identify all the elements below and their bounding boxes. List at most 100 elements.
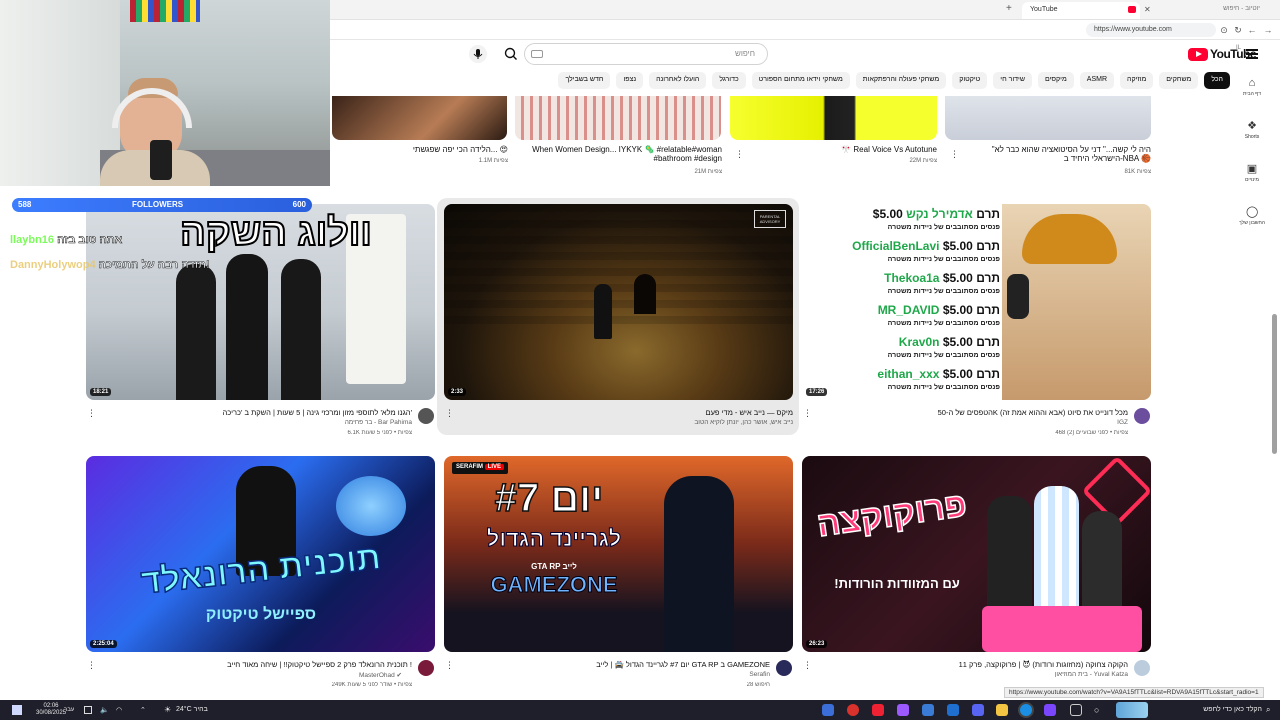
- more-options-icon[interactable]: ⋮: [735, 148, 744, 160]
- notification-icon[interactable]: [84, 706, 92, 714]
- voice-search-button[interactable]: [469, 45, 487, 63]
- video-title[interactable]: הטפסים של ה-50K מכל דונייט את סיוט (אבא …: [818, 408, 1128, 417]
- more-options-icon[interactable]: ⋮: [87, 407, 96, 419]
- video-title[interactable]: 🎌 Real Voice Vs Autotune: [750, 145, 937, 154]
- channel-avatar[interactable]: [418, 660, 434, 676]
- video-thumbnail[interactable]: [332, 96, 507, 140]
- channel-avatar[interactable]: [418, 408, 434, 424]
- folder-icon[interactable]: [996, 704, 1008, 716]
- app-icon[interactable]: [947, 704, 959, 716]
- app-icon[interactable]: [897, 704, 909, 716]
- network-icon[interactable]: ◠: [116, 706, 122, 714]
- video-title[interactable]: הגנו מלא' לתוספי מזון ומרכזי גינה | 5 שע…: [100, 408, 412, 417]
- app-icon[interactable]: [822, 704, 834, 716]
- search-button[interactable]: [500, 44, 522, 64]
- chip-watched[interactable]: נצפו: [616, 72, 644, 89]
- chip-mixes[interactable]: מיקסים: [1038, 72, 1074, 89]
- chip-all[interactable]: הכל: [1204, 72, 1230, 89]
- weather-text[interactable]: 24°C בהיר: [176, 706, 208, 713]
- chip-music[interactable]: מוזיקה: [1120, 72, 1154, 89]
- video-title[interactable]: הקוקה צחוקה (מחזוגות ורודות) 😈 | פרוקוקצ…: [818, 660, 1128, 669]
- video-views: 1.1M צפיות: [478, 158, 508, 164]
- channel-name[interactable]: IGZ: [818, 419, 1128, 426]
- channel-name[interactable]: נייב איש, אושר כהן, יונתן לוקיא הטוב: [460, 419, 793, 426]
- more-options-icon[interactable]: ⋮: [950, 148, 959, 160]
- hamburger-menu-icon[interactable]: [1246, 49, 1258, 59]
- thumbnail-subtext: לגריינד הגדול: [486, 526, 622, 552]
- new-tab-icon[interactable]: +: [1006, 3, 1012, 14]
- chip-tiktok[interactable]: טיקטוק: [952, 72, 988, 89]
- chip-games[interactable]: משחקים: [1159, 72, 1199, 89]
- windows-start-icon[interactable]: [12, 705, 22, 715]
- tray-chevron-icon[interactable]: ⌃: [140, 706, 146, 714]
- video-thumbnail[interactable]: וולוג השקה 18:21: [86, 204, 435, 400]
- more-options-icon[interactable]: ⋮: [445, 407, 454, 419]
- channel-name[interactable]: בית המוזיאון - Yuval Katza: [818, 671, 1128, 678]
- sidebar-item-subscriptions[interactable]: ▣ מינויים: [1232, 163, 1272, 201]
- discord-icon[interactable]: [972, 704, 984, 716]
- language-indicator[interactable]: עבר: [64, 707, 74, 713]
- video-title[interactable]: יום #7 לגריינד הגדול 🚔 | לייב GTA RP ב G…: [460, 660, 770, 669]
- video-thumbnail[interactable]: [945, 96, 1151, 140]
- app-icon[interactable]: [1044, 704, 1056, 716]
- sidebar-item-account[interactable]: ◯ החשבון שלך: [1232, 206, 1272, 244]
- video-title[interactable]: "היה לי קשה..." דני על הסיטואציה שהוא כב…: [965, 145, 1151, 167]
- donation-sub: פנסים מסתובבים של ניידות משטרה: [887, 352, 1000, 359]
- video-title[interactable]: הלידה הכי יפה שפגשתי... 😍: [332, 145, 508, 154]
- channel-name[interactable]: Serafin: [460, 671, 770, 678]
- sidebar-item-shorts[interactable]: ❖ Shorts: [1232, 120, 1272, 158]
- sidebar-item-home[interactable]: ⌂ דף הבית: [1232, 77, 1272, 115]
- clock[interactable]: 02:06 30/08/2025: [36, 703, 66, 717]
- chip-sports-games[interactable]: משחקי וידאו מתחום הספורט: [751, 72, 850, 89]
- channel-avatar[interactable]: [1134, 408, 1150, 424]
- video-thumbnail[interactable]: PARENTAL ADVISORY 2:33: [444, 204, 793, 400]
- video-thumbnail[interactable]: תוכנית הרונאלד ספיישל טיקטוק 2:25:04: [86, 456, 435, 652]
- forward-icon[interactable]: →: [1262, 24, 1274, 36]
- close-tab-icon[interactable]: ✕: [1144, 5, 1151, 14]
- chat-message: DannyHolywop4 תודה רבה על התמיכה!: [10, 259, 210, 272]
- channel-avatar[interactable]: [1134, 660, 1150, 676]
- channel-name[interactable]: MasterOhad ✔: [100, 671, 402, 679]
- video-title[interactable]: תוכנית הרונאלד פרק 2 ספיישל טיקטוק!! | ש…: [100, 660, 412, 669]
- video-title[interactable]: מיקס — נייב איש - מדי פעם: [460, 408, 793, 417]
- donation-amount: $5.00: [872, 207, 903, 221]
- video-thumbnail[interactable]: [515, 96, 721, 140]
- video-thumbnail[interactable]: תרם אדמירל נקש $5.00 פנסים מסתובבים של ני…: [802, 204, 1151, 400]
- more-options-icon[interactable]: ⋮: [803, 407, 812, 419]
- reload-icon[interactable]: ↻: [1232, 24, 1244, 36]
- chip-recently-uploaded[interactable]: הועלו לאחרונה: [649, 72, 707, 89]
- cortana-icon[interactable]: ○: [1094, 705, 1099, 715]
- status-url: https://www.youtube.com/watch?v=VA9A15fT…: [1004, 687, 1264, 698]
- url-field[interactable]: https://www.youtube.com: [1086, 23, 1216, 37]
- search-input[interactable]: חיפוש: [524, 43, 768, 65]
- more-options-icon[interactable]: ⋮: [445, 659, 454, 671]
- app-icon[interactable]: [872, 704, 884, 716]
- chip-live[interactable]: שידור חי: [993, 72, 1032, 89]
- video-thumbnail[interactable]: SERAFIM LIVE יום #7 לגריינד הגדול GTA RP…: [444, 456, 793, 652]
- video-title[interactable]: When Women Design... IYKYK 🦠 #relatable#…: [515, 145, 722, 167]
- task-view-icon[interactable]: [1070, 704, 1082, 716]
- video-thumbnail[interactable]: [730, 96, 937, 140]
- chip-action-games[interactable]: משחקי פעולה והרפתקאות: [855, 72, 947, 89]
- app-icon[interactable]: [922, 704, 934, 716]
- channel-name[interactable]: בר פחימה - Bar Pahima: [100, 419, 412, 426]
- chip-football[interactable]: כדורגל: [712, 72, 746, 89]
- chip-asmr[interactable]: ASMR: [1079, 72, 1115, 89]
- tab-youtube[interactable]: YouTube: [1022, 2, 1140, 19]
- video-thumbnail[interactable]: פרוקוקצה עם המזוודות הורודות! 26:23: [802, 456, 1151, 652]
- edge-browser-icon[interactable]: [1020, 704, 1032, 716]
- donation-list: תרם אדמירל נקש $5.00 פנסים מסתובבים של ני…: [810, 206, 1000, 398]
- channel-avatar[interactable]: [776, 660, 792, 676]
- app-icon[interactable]: [847, 704, 859, 716]
- keyboard-icon[interactable]: [531, 50, 543, 58]
- more-options-icon[interactable]: ⋮: [87, 659, 96, 671]
- more-options-icon[interactable]: ⋮: [803, 659, 812, 671]
- speaker-icon[interactable]: 🔈: [100, 706, 109, 714]
- chip-new-to-you[interactable]: חדש בשבילך: [558, 72, 611, 89]
- tab-search[interactable]: יוטיוב - חיפוש: [1160, 5, 1260, 12]
- taskbar-search-input[interactable]: הקלד כאן כדי לחפש: [1152, 706, 1262, 713]
- back-icon[interactable]: ←: [1246, 24, 1258, 36]
- page-scrollbar[interactable]: [1272, 314, 1277, 454]
- followers-goal-bar: 588 FOLLOWERS 600: [12, 198, 312, 212]
- cap: [1022, 214, 1117, 264]
